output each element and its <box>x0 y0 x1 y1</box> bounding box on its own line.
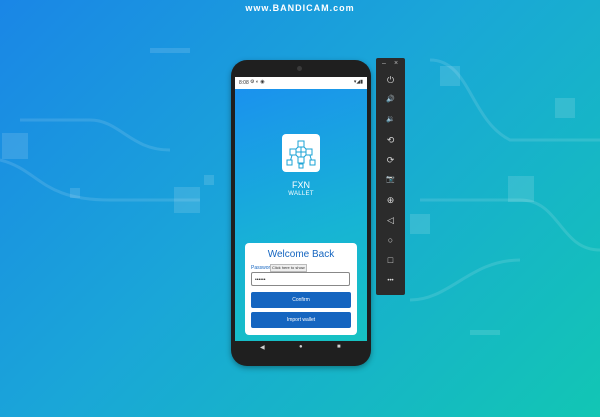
welcome-heading: Welcome Back <box>267 249 335 260</box>
rotate-left-icon[interactable]: ⟲ <box>380 132 401 148</box>
android-nav-bar: ◀ ● ■ <box>231 344 371 358</box>
rotate-right-icon[interactable]: ⟳ <box>380 152 401 168</box>
minimize-icon[interactable]: – <box>382 60 386 67</box>
phone-screen: 8:08 ⚙ ◐ ◉ ▾◢▮ FXN WALLET Welcome Back P… <box>235 77 367 341</box>
volume-up-icon[interactable]: 🔊 <box>380 92 401 108</box>
app-title: FXN <box>292 180 310 190</box>
nav-home-icon[interactable]: ● <box>299 344 303 350</box>
more-icon[interactable]: ••• <box>380 273 401 289</box>
fxn-logo <box>282 134 320 172</box>
import-wallet-button[interactable]: Import wallet <box>251 312 351 328</box>
signal-battery-icons: ▾◢▮ <box>353 79 363 85</box>
home-icon[interactable]: ○ <box>380 232 401 248</box>
notification-icons: ⚙ ◐ ◉ <box>250 79 265 85</box>
emulator-toolbar: – × ⏻ 🔊 🔉 ⟲ ⟳ 📷 ⊕ ◁ ○ □ ••• <box>376 58 405 295</box>
nav-recents-icon[interactable]: ■ <box>337 344 341 350</box>
confirm-button[interactable]: Confirm <box>251 292 351 308</box>
bandicam-watermark: www.BANDICAM.com <box>245 3 355 13</box>
front-camera <box>297 66 302 71</box>
app-subtitle: WALLET <box>288 191 314 197</box>
power-icon[interactable]: ⏻ <box>380 72 401 88</box>
status-bar: 8:08 ⚙ ◐ ◉ ▾◢▮ <box>235 77 367 89</box>
zoom-icon[interactable]: ⊕ <box>380 192 401 208</box>
network-cube-icon <box>286 140 316 169</box>
phone-frame: 8:08 ⚙ ◐ ◉ ▾◢▮ FXN WALLET Welcome Back P… <box>231 60 371 366</box>
show-password-tooltip[interactable]: Click here to show <box>270 264 307 272</box>
close-icon[interactable]: × <box>394 60 398 67</box>
back-icon[interactable]: ◁ <box>380 212 401 228</box>
camera-icon[interactable]: 📷 <box>380 172 401 188</box>
password-field[interactable]: •••••• <box>251 272 350 286</box>
login-card: Welcome Back Password Click here to show… <box>245 243 357 335</box>
overview-icon[interactable]: □ <box>380 252 401 268</box>
status-time: 8:08 <box>239 80 249 86</box>
volume-down-icon[interactable]: 🔉 <box>380 112 401 128</box>
nav-back-icon[interactable]: ◀ <box>260 344 265 351</box>
